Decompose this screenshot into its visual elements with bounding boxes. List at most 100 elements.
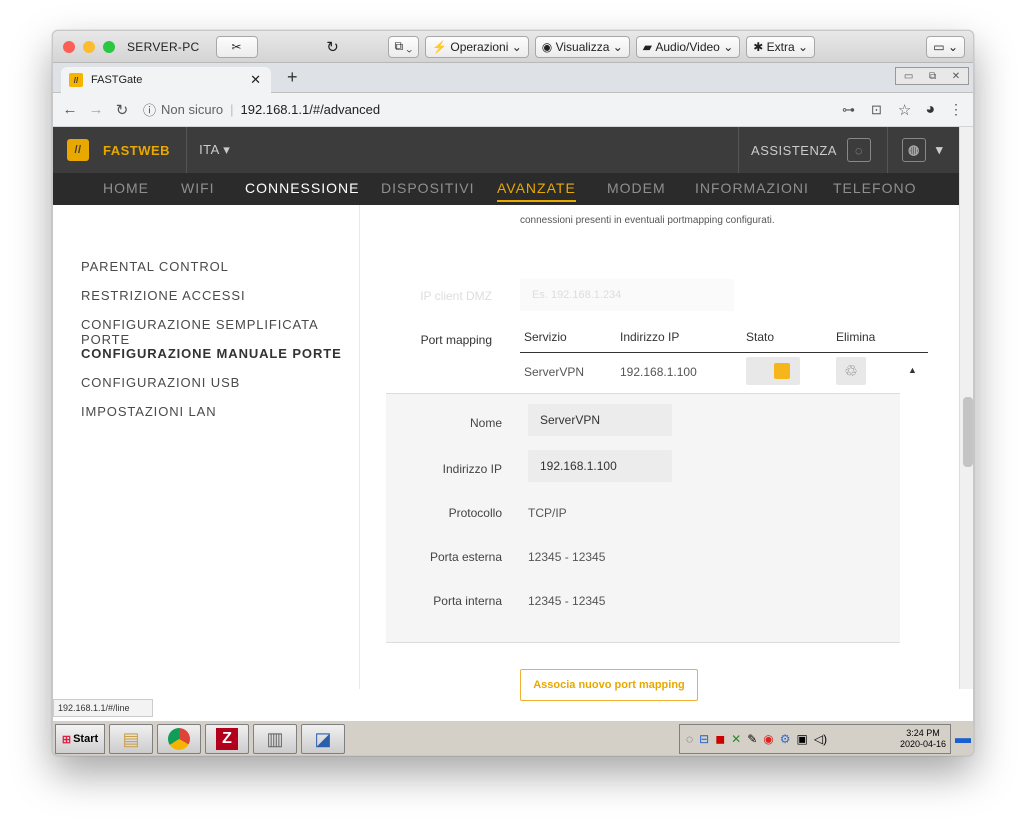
info-note: connessioni presenti in eventuali portma… <box>520 215 775 226</box>
close-tab-icon[interactable]: ✕ <box>250 72 261 88</box>
printer-icon[interactable]: ▥ <box>253 724 297 754</box>
window-controls[interactable]: ▭ ⧉ ✕ <box>895 67 969 85</box>
url-field[interactable]: 192.168.1.1/#/advanced <box>241 102 381 117</box>
row-ip: 192.168.1.100 <box>620 365 697 379</box>
screen-menu[interactable]: ▭ ⌄ <box>926 35 965 58</box>
minimize-dot[interactable] <box>83 40 95 53</box>
fastweb-favicon-icon: // <box>69 73 83 87</box>
int-port-value: 12345 - 12345 <box>528 594 606 608</box>
key-icon[interactable]: ⊶ <box>842 102 855 118</box>
add-mapping-button[interactable]: Associa nuovo port mapping <box>520 669 698 701</box>
table-row[interactable]: ServerVPN 192.168.1.100 ♲ ▲ <box>520 355 928 391</box>
status-url: 192.168.1.1/#/line <box>53 699 153 717</box>
mapping-detail: Nome ServerVPN Indirizzo IP 192.168.1.10… <box>386 393 900 643</box>
close-icon[interactable]: ✕ <box>952 71 960 82</box>
tab-fastgate[interactable]: // FASTGate ✕ <box>61 67 271 93</box>
new-tab-icon[interactable]: + <box>287 67 298 88</box>
col-service: Servizio <box>524 330 567 344</box>
scrollbar-thumb[interactable] <box>963 397 973 467</box>
show-desktop-icon[interactable]: ▬ <box>955 730 971 748</box>
tray-network-icon[interactable]: ✕ <box>731 732 741 746</box>
profile-icon[interactable]: ◕ <box>925 101 935 119</box>
sidebar-item-lan[interactable]: IMPOSTAZIONI LAN <box>81 404 217 419</box>
nav-connessione[interactable]: CONNESSIONE <box>245 180 359 196</box>
sidebar: PARENTAL CONTROL RESTRIZIONE ACCESSI CON… <box>53 205 359 689</box>
int-port-label: Porta interna <box>433 594 502 608</box>
back-icon[interactable]: ← <box>57 101 83 118</box>
zoom-dot[interactable] <box>103 40 115 53</box>
refresh-icon[interactable]: ↻ <box>288 36 378 58</box>
tray-help-icon[interactable]: ◌ <box>686 732 693 746</box>
ext-port-label: Porta esterna <box>429 550 502 564</box>
translate-icon[interactable]: ⊡ <box>871 102 882 118</box>
minimize-icon[interactable]: ▭ <box>904 71 913 82</box>
start-button[interactable]: ⊞ Start <box>55 724 105 754</box>
clipboard-button[interactable]: ⧉ ⌄ <box>387 35 420 58</box>
chart-app-icon[interactable]: ◪ <box>301 724 345 754</box>
nav-informazioni[interactable]: INFORMAZIONI <box>695 180 809 196</box>
tray-alert-icon[interactable]: ◼ <box>715 732 725 746</box>
row-service: ServerVPN <box>524 365 585 379</box>
content-panel: connessioni presenti in eventuali portma… <box>359 205 959 701</box>
tray-monitor-icon[interactable]: ▣ <box>797 732 808 746</box>
eye-icon: ◉ <box>541 39 556 54</box>
lang-select[interactable]: ITA ▾ <box>199 142 230 158</box>
nav-avanzate[interactable]: AVANZATE <box>497 180 576 202</box>
remote-title: SERVER-PC <box>127 39 200 54</box>
filezilla-icon[interactable]: Z <box>205 724 249 754</box>
collapse-icon[interactable]: ▲ <box>908 365 917 375</box>
view-menu[interactable]: ◉ Visualizza ⌄ <box>534 35 630 58</box>
windows-logo-icon: ⊞ <box>61 733 72 746</box>
assistenza-link[interactable]: ASSISTENZA <box>751 143 837 158</box>
restore-icon[interactable]: ⧉ <box>929 71 936 82</box>
user-dropdown-icon[interactable]: ▾ <box>936 142 943 158</box>
nav-modem[interactable]: MODEM <box>607 180 666 196</box>
chrome-icon[interactable] <box>157 724 201 754</box>
sidebar-item-manuale[interactable]: CONFIGURAZIONE MANUALE PORTE <box>81 346 342 361</box>
name-field[interactable]: ServerVPN <box>528 404 672 436</box>
nav-telefono[interactable]: TELEFONO <box>833 180 916 196</box>
tray-volume-icon[interactable]: ◁) <box>814 732 827 746</box>
av-menu[interactable]: ▰ Audio/Video ⌄ <box>635 35 741 58</box>
name-label: Nome <box>469 416 502 430</box>
tray-record-icon[interactable]: ◉ <box>763 732 773 746</box>
close-dot[interactable] <box>63 40 75 53</box>
sidebar-item-usb[interactable]: CONFIGURAZIONI USB <box>81 375 240 390</box>
nav-wifi[interactable]: WIFI <box>181 180 215 196</box>
nav-dispositivi[interactable]: DISPOSITIVI <box>381 180 474 196</box>
sidebar-item-restrizione[interactable]: RESTRIZIONE ACCESSI <box>81 288 245 303</box>
extra-menu[interactable]: ✱ Extra ⌄ <box>746 35 816 58</box>
ext-port-value: 12345 - 12345 <box>528 550 606 564</box>
user-icon[interactable]: ◍ <box>901 138 926 162</box>
dmz-input[interactable]: Es. 192.168.1.234 <box>520 279 734 311</box>
security-warning[interactable]: Non sicuro <box>161 102 223 117</box>
keyboard-icon[interactable]: ✂ <box>215 35 258 58</box>
ip-field[interactable]: 192.168.1.100 <box>528 450 672 482</box>
lightning-icon: ⚡ <box>432 39 451 54</box>
col-ip: Indirizzo IP <box>620 330 680 344</box>
ops-menu[interactable]: ⚡ Operazioni ⌄ <box>425 35 529 58</box>
sidebar-item-semplificata[interactable]: CONFIGURAZIONE SEMPLIFICATA PORTE <box>81 317 359 347</box>
state-toggle[interactable] <box>746 357 800 385</box>
explorer-icon[interactable]: ▤ <box>109 724 153 754</box>
col-delete: Elimina <box>836 330 876 344</box>
fastweb-logo-icon: // <box>67 139 89 161</box>
kebab-menu-icon[interactable]: ⋮ <box>949 101 963 118</box>
scrollbar[interactable] <box>959 127 973 689</box>
col-state: Stato <box>746 330 775 344</box>
bulb-icon[interactable]: ◌ <box>846 138 871 162</box>
trash-icon[interactable]: ♲ <box>836 357 866 385</box>
main-nav: HOME WIFI CONNESSIONE DISPOSITIVI AVANZA… <box>53 173 973 205</box>
reload-icon[interactable]: ↻ <box>109 101 135 119</box>
tray-tools-icon[interactable]: ✎ <box>747 732 757 746</box>
protocol-value: TCP/IP <box>528 506 567 520</box>
star-icon[interactable]: ☆ <box>898 101 911 119</box>
brand: FASTWEB <box>103 142 171 158</box>
tray-remote-icon[interactable]: ⊟ <box>699 732 709 746</box>
sidebar-item-parental[interactable]: PARENTAL CONTROL <box>81 259 229 274</box>
info-icon[interactable]: ⓘ <box>143 100 156 119</box>
clock[interactable]: 3:24 PM 2020-04-16 <box>900 728 946 750</box>
forward-icon[interactable]: → <box>83 101 109 118</box>
tray-sync-icon[interactable]: ⚙ <box>780 732 791 746</box>
nav-home[interactable]: HOME <box>103 180 149 196</box>
